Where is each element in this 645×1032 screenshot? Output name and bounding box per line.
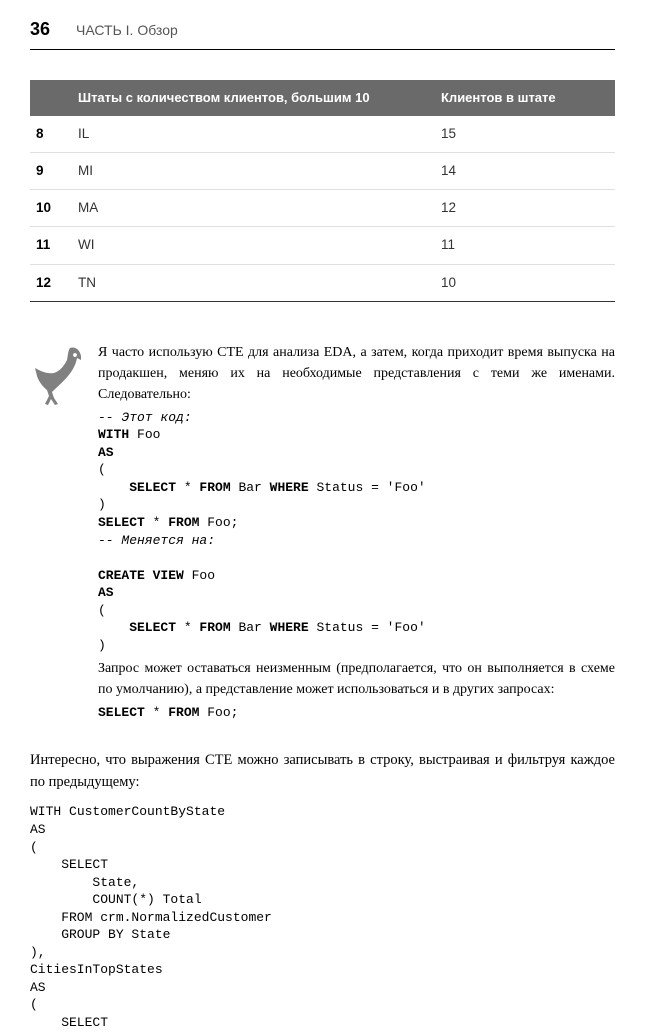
row-state: WI xyxy=(72,227,435,264)
row-num: 10 xyxy=(30,190,72,227)
code-block-final: WITH CustomerCountByState AS ( SELECT St… xyxy=(30,803,615,1031)
code-block-1: -- Этот код: WITH Foo AS ( SELECT * FROM… xyxy=(98,409,615,655)
row-num: 9 xyxy=(30,152,72,189)
col-states: Штаты с количеством клиентов, большим 10 xyxy=(72,80,435,116)
row-state: TN xyxy=(72,264,435,301)
row-state: MI xyxy=(72,152,435,189)
row-count: 10 xyxy=(435,264,615,301)
row-num: 12 xyxy=(30,264,72,301)
note-paragraph-2: Запрос может оставаться неизменным (пред… xyxy=(98,658,615,700)
row-num: 8 xyxy=(30,116,72,153)
page-header: 36 ЧАСТЬ I. Обзор xyxy=(30,0,615,50)
body-p1: Интересно, что выражения CTE можно запис… xyxy=(30,750,615,794)
section-title: ЧАСТЬ I. Обзор xyxy=(76,20,178,41)
row-count: 12 xyxy=(435,190,615,227)
row-num: 11 xyxy=(30,227,72,264)
col-blank xyxy=(30,80,72,116)
sidebar-note: Я часто использую CTE для анализа EDA, а… xyxy=(30,342,615,726)
note-paragraph-1: Я часто использую CTE для анализа EDA, а… xyxy=(98,342,615,405)
row-state: MA xyxy=(72,190,435,227)
row-count: 14 xyxy=(435,152,615,189)
table-row: 10 MA 12 xyxy=(30,190,615,227)
row-count: 15 xyxy=(435,116,615,153)
row-state: IL xyxy=(72,116,435,153)
table-row: 11 WI 11 xyxy=(30,227,615,264)
table-header: Штаты с количеством клиентов, большим 10… xyxy=(30,80,615,116)
page-number: 36 xyxy=(30,16,50,43)
col-count: Клиентов в штате xyxy=(435,80,615,116)
note-body: Я часто использую CTE для анализа EDA, а… xyxy=(98,342,615,726)
table-row: 9 MI 14 xyxy=(30,152,615,189)
table-row: 12 TN 10 xyxy=(30,264,615,301)
code-block-3: SELECT * FROM Foo; xyxy=(98,704,615,722)
row-count: 11 xyxy=(435,227,615,264)
state-clients-table: Штаты с количеством клиентов, большим 10… xyxy=(30,80,615,302)
crow-icon xyxy=(30,342,84,726)
table-row: 8 IL 15 xyxy=(30,116,615,153)
body-paragraph: Интересно, что выражения CTE можно запис… xyxy=(30,750,615,794)
